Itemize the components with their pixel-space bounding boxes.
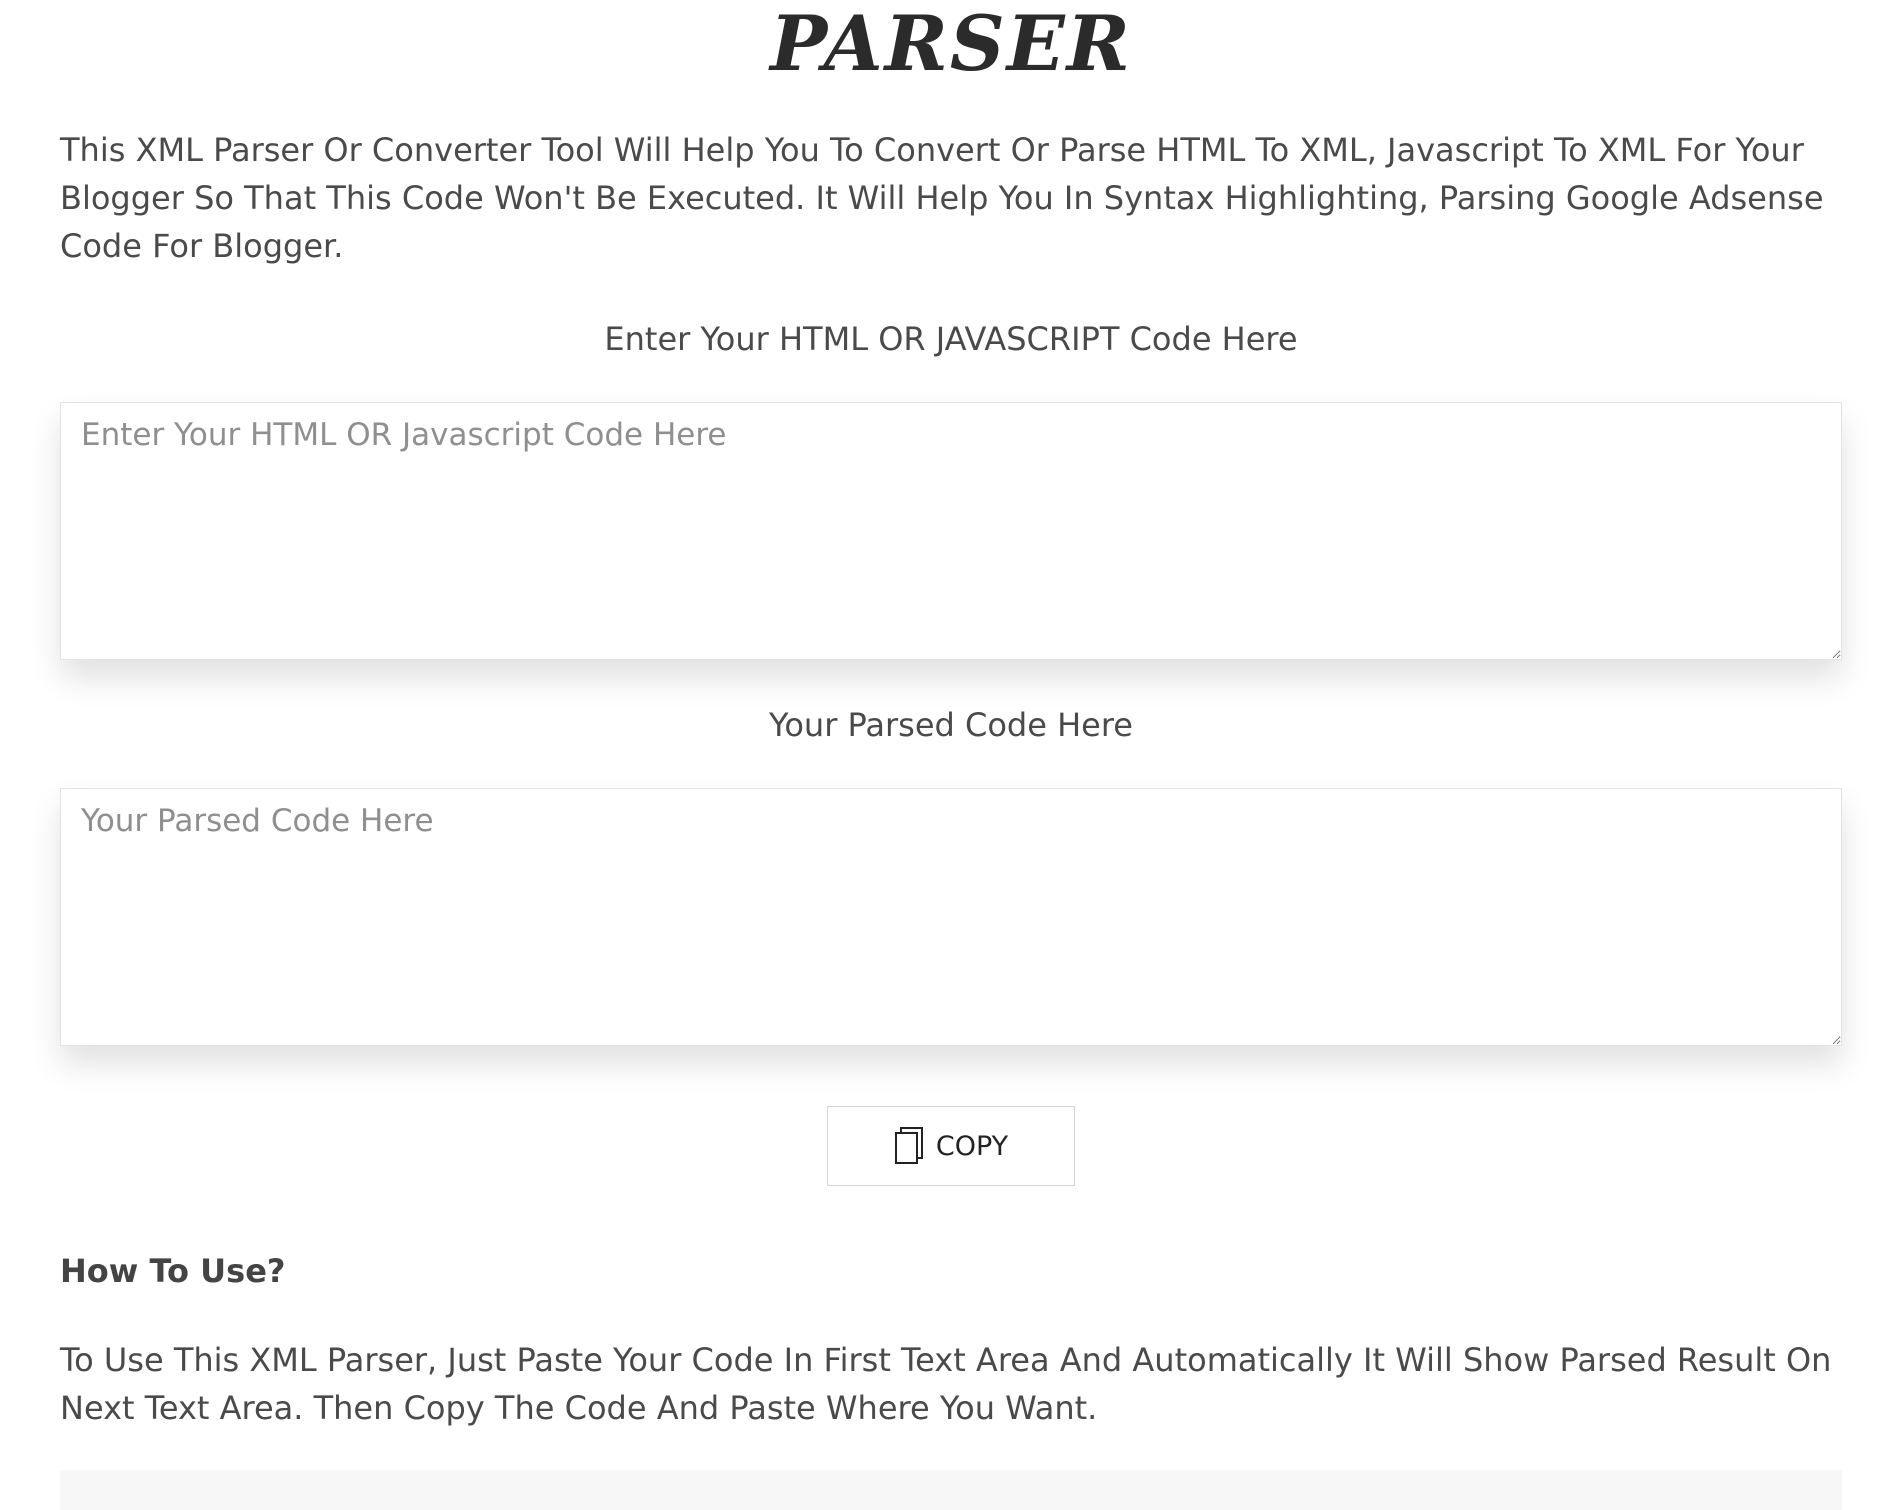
html-code-input[interactable] bbox=[60, 402, 1842, 660]
page-content: PARSER This XML Parser Or Converter Tool… bbox=[60, 0, 1842, 1432]
how-to-text: To Use This XML Parser, Just Paste Your … bbox=[60, 1341, 1832, 1427]
how-to-heading: How To Use? bbox=[60, 1252, 286, 1290]
copy-icon bbox=[894, 1127, 924, 1165]
logo: PARSER bbox=[770, 0, 1132, 88]
copy-button-label: COPY bbox=[935, 1130, 1009, 1162]
copy-button[interactable]: COPY bbox=[827, 1106, 1075, 1186]
intro-paragraph: This XML Parser Or Converter Tool Will H… bbox=[60, 131, 1824, 265]
output-label: Your Parsed Code Here bbox=[769, 706, 1133, 744]
input-label: Enter Your HTML OR JAVASCRIPT Code Here bbox=[604, 320, 1298, 358]
parsed-code-output[interactable] bbox=[60, 788, 1842, 1046]
footer-block bbox=[60, 1470, 1842, 1510]
copy-row: COPY bbox=[60, 1106, 1842, 1186]
